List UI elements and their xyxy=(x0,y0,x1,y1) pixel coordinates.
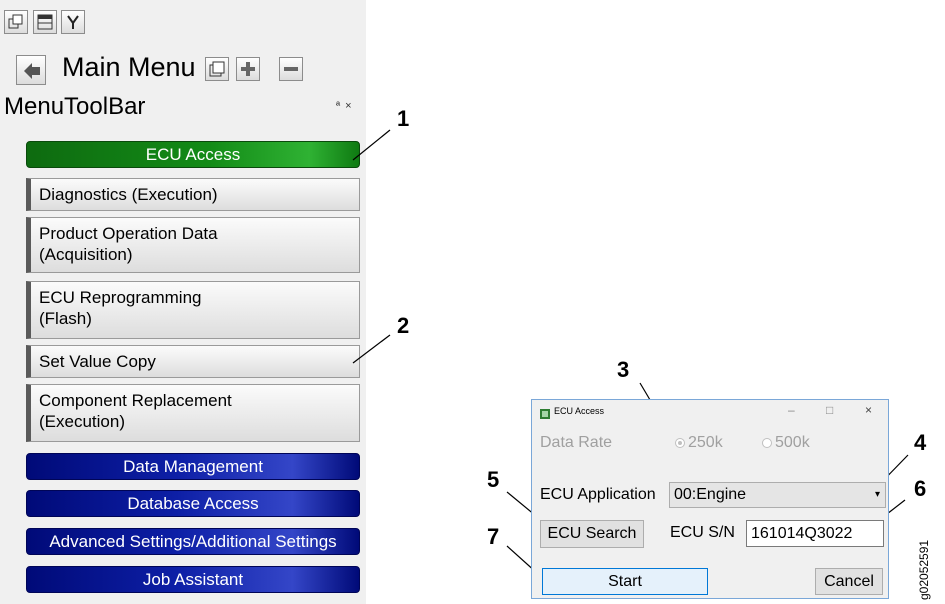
chevron-down-icon: ▾ xyxy=(874,489,880,500)
callout-4: 4 xyxy=(914,430,927,455)
rate-250k-radio[interactable] xyxy=(675,438,685,448)
ecu-search-button[interactable]: ECU Search xyxy=(540,520,644,548)
data-rate-label: Data Rate xyxy=(540,434,613,451)
ecu-access-dialog: ECU Access – □ × Data Rate 250k 500k ECU… xyxy=(531,399,889,599)
callout-5: 5 xyxy=(487,467,500,492)
cancel-button[interactable]: Cancel xyxy=(815,568,883,595)
ecu-application-label: ECU Application xyxy=(540,486,656,503)
maximize-button[interactable]: □ xyxy=(826,403,833,417)
dialog-title: ECU Access xyxy=(554,406,605,416)
rate-500k-radio[interactable] xyxy=(762,438,772,448)
callout-6: 6 xyxy=(914,476,927,501)
figure-id: g02052591 xyxy=(917,539,931,600)
callout-1: 1 xyxy=(397,106,410,131)
minimize-button[interactable]: – xyxy=(788,403,795,417)
callout-2: 2 xyxy=(397,313,410,338)
close-button[interactable]: × xyxy=(865,403,872,417)
callout-7: 7 xyxy=(487,524,500,549)
start-button[interactable]: Start xyxy=(542,568,708,595)
ecu-application-select[interactable]: 00:Engine ▾ xyxy=(669,482,886,508)
ecu-sn-field[interactable]: 161014Q3022 xyxy=(746,520,884,547)
ecu-application-value: 00:Engine xyxy=(674,486,747,503)
app-icon xyxy=(540,406,550,419)
ecu-sn-label: ECU S/N xyxy=(670,524,735,541)
rate-500k-label: 500k xyxy=(775,434,810,451)
rate-250k-label: 250k xyxy=(688,434,723,451)
callout-3: 3 xyxy=(617,357,630,382)
